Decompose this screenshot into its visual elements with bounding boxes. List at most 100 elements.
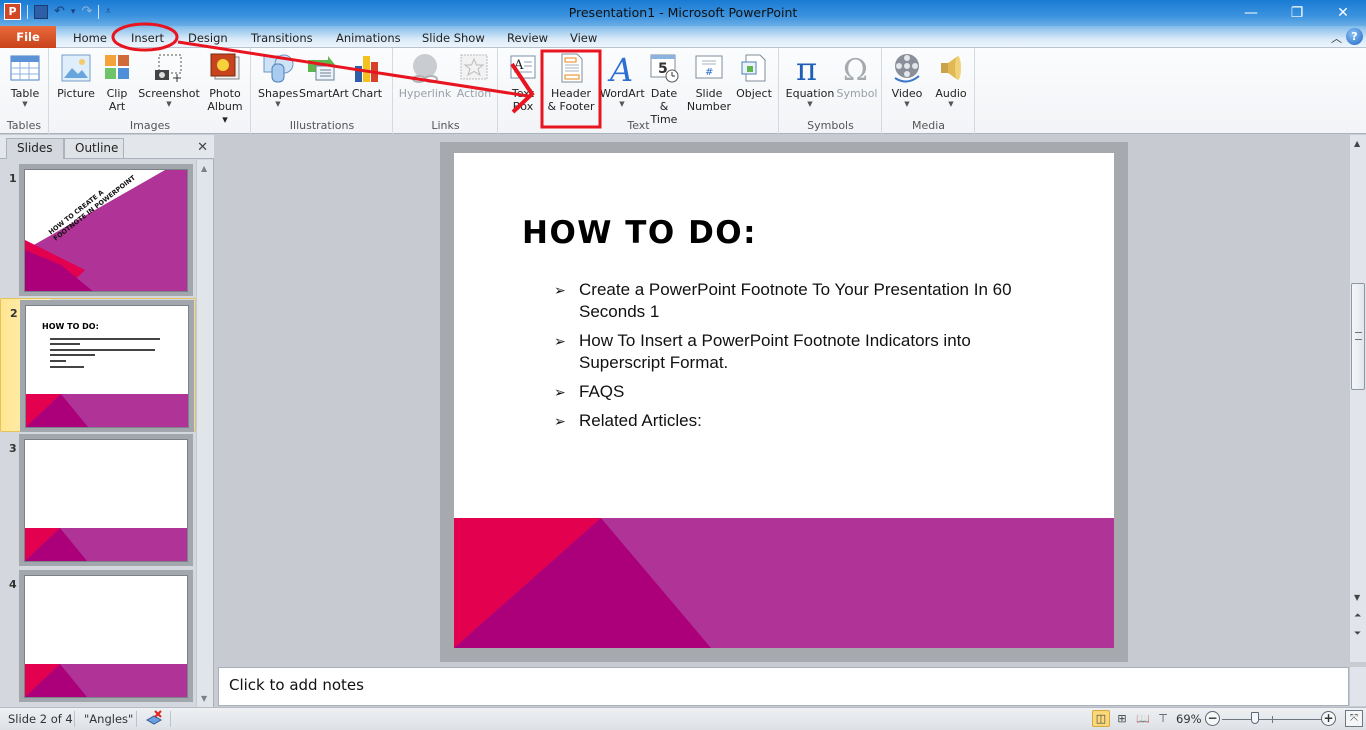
next-slide-icon[interactable]: ⏷: [1354, 629, 1361, 639]
normal-view-button[interactable]: ◫: [1092, 710, 1110, 727]
help-icon[interactable]: ?: [1346, 28, 1363, 45]
slide-number: 4: [9, 578, 17, 591]
scroll-up-icon[interactable]: ▲: [201, 164, 207, 173]
status-divider: [170, 711, 171, 727]
dropdown-arrow-icon: ▼: [275, 100, 281, 108]
zoom-slider-thumb[interactable]: [1251, 712, 1259, 724]
equation-button[interactable]: π Equation ▼: [784, 50, 836, 108]
reading-view-button[interactable]: 📖: [1134, 710, 1152, 727]
slide-number: 2: [10, 307, 18, 320]
dropdown-arrow-icon: ▼: [807, 100, 813, 108]
slides-pane-tabs: Slides Outline ✕: [0, 135, 214, 159]
slide-sorter-view-button[interactable]: ⊞: [1113, 710, 1131, 727]
photo-album-icon: [209, 52, 241, 84]
bullet-item[interactable]: ➢ FAQS: [554, 381, 1034, 403]
tab-home[interactable]: Home: [73, 29, 107, 48]
zoom-level[interactable]: 69%: [1176, 712, 1202, 726]
slide-thumbnail-3[interactable]: 3: [0, 434, 196, 566]
tab-slides[interactable]: Slides: [6, 138, 64, 159]
scroll-down-icon[interactable]: ▼: [1354, 593, 1360, 602]
current-slide[interactable]: HOW TO DO: ➢ Create a PowerPoint Footnote…: [454, 153, 1114, 648]
text-box-button[interactable]: A Text Box: [505, 52, 541, 113]
scrollbar-thumb[interactable]: [1351, 283, 1365, 390]
header-footer-button[interactable]: Header & Footer: [544, 52, 598, 113]
tab-file[interactable]: File: [0, 26, 56, 48]
zoom-center-tick: [1272, 716, 1273, 723]
action-button[interactable]: Action: [454, 52, 494, 100]
tab-review[interactable]: Review: [507, 29, 548, 48]
dropdown-arrow-icon: ▼: [948, 100, 954, 108]
chart-button[interactable]: Chart: [349, 52, 385, 100]
slide-scrollbar[interactable]: ▲ ▼ ⏶ ⏷: [1349, 135, 1366, 662]
thumbnail-frame: [19, 570, 193, 702]
equation-icon: π: [794, 50, 826, 88]
slide-thumbnail-1[interactable]: 1 HOW TO CREATE A FOOTNOTE IN POWERPOINT: [0, 164, 196, 296]
date-time-button[interactable]: 5 Date & Time: [646, 52, 682, 126]
text-box-label-1: Text: [511, 87, 535, 100]
smartart-button[interactable]: SmartArt: [299, 52, 349, 100]
header-footer-icon: [555, 52, 587, 84]
object-button[interactable]: Object: [734, 52, 774, 100]
collapse-ribbon-icon[interactable]: ︿: [1331, 30, 1342, 46]
slide-thumbnail-4[interactable]: 4: [0, 570, 196, 702]
minimize-button[interactable]: —: [1228, 0, 1274, 26]
bullet-arrow-icon: ➢: [554, 333, 566, 349]
hyperlink-icon: [409, 52, 441, 84]
svg-text:A: A: [513, 58, 524, 73]
spell-check-icon[interactable]: [145, 710, 163, 729]
tab-view[interactable]: View: [570, 29, 597, 48]
hyperlink-button[interactable]: Hyperlink: [398, 52, 452, 100]
wordart-button[interactable]: A WordArt ▼: [600, 51, 645, 108]
zoom-out-button[interactable]: −: [1205, 711, 1220, 726]
screenshot-button[interactable]: Screenshot ▼: [138, 52, 200, 108]
slide-number-button[interactable]: # Slide Number: [686, 52, 732, 113]
notes-scrollbar[interactable]: [1349, 667, 1366, 706]
object-label: Object: [736, 87, 772, 100]
smartart-icon: [306, 52, 338, 84]
thumbnails-scrollbar[interactable]: ▲ ▼: [196, 160, 213, 707]
group-illustrations: Shapes ▼ SmartArt Chart Illustrations: [252, 48, 393, 134]
slide-number-label-1: Slide: [695, 87, 723, 100]
restore-button[interactable]: ❐: [1274, 0, 1320, 26]
thumbnail-bullets: [50, 338, 170, 368]
action-label: Action: [456, 87, 492, 100]
scroll-down-icon[interactable]: ▼: [201, 694, 207, 703]
screenshot-label: Screenshot: [138, 87, 200, 100]
slide-bullet-list[interactable]: ➢ Create a PowerPoint Footnote To Your Pr…: [554, 279, 1034, 439]
bullet-item[interactable]: ➢ Related Articles:: [554, 410, 1034, 432]
notes-pane[interactable]: Click to add notes: [218, 667, 1349, 706]
slide-thumbnail-2[interactable]: 2 HOW TO DO:: [0, 298, 196, 432]
scroll-up-icon[interactable]: ▲: [1354, 139, 1360, 148]
fit-slide-to-window-button[interactable]: ⤧: [1345, 710, 1363, 727]
notes-placeholder[interactable]: Click to add notes: [229, 676, 364, 694]
video-button[interactable]: Video ▼: [887, 52, 927, 108]
bullet-arrow-icon: ➢: [554, 282, 566, 298]
theme-name[interactable]: "Angles": [84, 712, 133, 726]
bullet-item[interactable]: ➢ How To Insert a PowerPoint Footnote Ind…: [554, 330, 1034, 374]
photo-album-button[interactable]: Photo Album ▾: [203, 52, 247, 126]
tab-design[interactable]: Design: [188, 29, 228, 48]
chart-icon: [351, 52, 383, 84]
shapes-button[interactable]: Shapes ▼: [258, 52, 298, 108]
title-bar: P ↶ ▾ ↷ ⩡ Presentation1 - Microsoft Powe…: [0, 0, 1366, 26]
close-button[interactable]: ✕: [1320, 0, 1366, 26]
audio-button[interactable]: Audio ▼: [931, 52, 971, 108]
tab-insert[interactable]: Insert: [131, 29, 164, 48]
zoom-in-button[interactable]: +: [1321, 711, 1336, 726]
tab-animations[interactable]: Animations: [336, 29, 401, 48]
slide-title[interactable]: HOW TO DO:: [522, 215, 757, 251]
symbol-button[interactable]: Ω Symbol: [836, 52, 878, 100]
slides-pane: Slides Outline ✕ 1 HOW TO CREATE A FOOTN…: [0, 135, 214, 707]
svg-text:Ω: Ω: [843, 53, 868, 84]
tab-outline[interactable]: Outline: [64, 138, 124, 159]
bullet-item[interactable]: ➢ Create a PowerPoint Footnote To Your Pr…: [554, 279, 1034, 323]
clip-art-button[interactable]: Clip Art: [101, 52, 133, 113]
picture-button[interactable]: Picture: [56, 52, 96, 100]
slide-show-view-button[interactable]: ⊤: [1154, 710, 1172, 727]
table-button[interactable]: Table ▼: [6, 52, 44, 108]
previous-slide-icon[interactable]: ⏶: [1354, 611, 1361, 621]
tab-slide-show[interactable]: Slide Show: [422, 29, 485, 48]
thumbnail-slide: [24, 439, 188, 562]
close-pane-icon[interactable]: ✕: [197, 140, 208, 155]
tab-transitions[interactable]: Transitions: [251, 29, 313, 48]
